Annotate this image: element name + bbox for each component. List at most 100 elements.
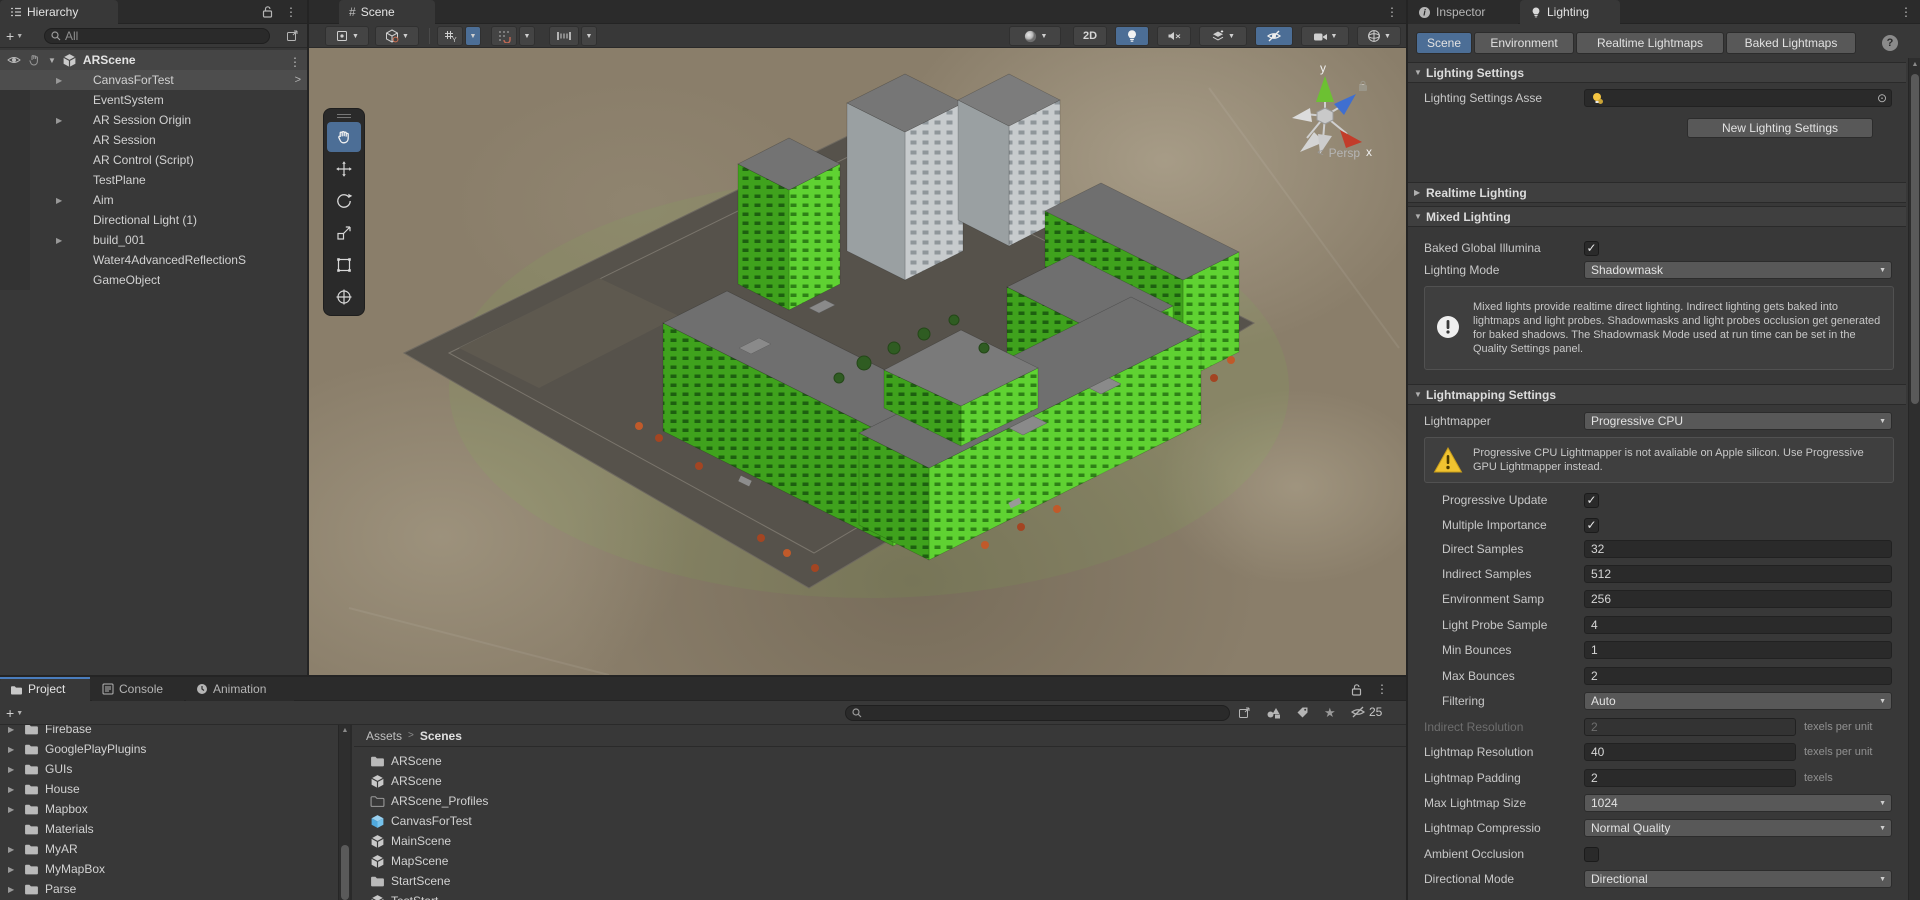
hierarchy-scene-row[interactable]: ▼ ARScene ⋮ bbox=[0, 50, 307, 70]
multiple-importance-checkbox[interactable]: ✓ bbox=[1584, 518, 1599, 533]
light-probe-samples-input[interactable]: 4 bbox=[1584, 616, 1892, 634]
hierarchy-item[interactable]: ▶ Directional Light (1) > bbox=[0, 210, 307, 230]
rotate-tool-button[interactable] bbox=[327, 186, 361, 216]
hierarchy-item[interactable]: ▶ AR Session > bbox=[0, 130, 307, 150]
overlay-drag-handle[interactable] bbox=[327, 112, 361, 120]
scroll-up-icon[interactable]: ▲ bbox=[1909, 61, 1920, 68]
hierarchy-lock-icon[interactable] bbox=[262, 5, 273, 18]
hierarchy-item[interactable]: ▶ CanvasForTest > bbox=[0, 70, 307, 90]
tab-lighting[interactable]: Lighting bbox=[1520, 0, 1620, 24]
min-bounces-input[interactable]: 1 bbox=[1584, 641, 1892, 659]
viewport-lock-icon[interactable] bbox=[1358, 80, 1368, 92]
expand-arrow-icon[interactable]: ▶ bbox=[8, 785, 20, 794]
direct-samples-input[interactable]: 32 bbox=[1584, 540, 1892, 558]
hierarchy-pick-window-icon[interactable] bbox=[286, 29, 299, 42]
scene-tools-overlay[interactable] bbox=[323, 108, 365, 316]
hidden-count-group[interactable]: 25 bbox=[1350, 705, 1382, 719]
snap-settings-dropdown[interactable]: ▼ bbox=[581, 26, 597, 46]
expand-arrow-icon[interactable]: ▶ bbox=[56, 76, 68, 85]
project-lock-icon[interactable] bbox=[1351, 683, 1362, 696]
hierarchy-item[interactable]: ▶ EventSystem > bbox=[0, 90, 307, 110]
indirect-samples-input[interactable]: 512 bbox=[1584, 565, 1892, 583]
lighting-menu-icon[interactable]: ⋮ bbox=[1898, 3, 1914, 21]
lightmapper-dropdown[interactable]: Progressive CPU▼ bbox=[1584, 412, 1892, 430]
help-icon[interactable]: ? bbox=[1882, 35, 1898, 51]
scene-lighting-toggle-button[interactable] bbox=[1115, 26, 1149, 46]
expand-arrow-icon[interactable]: ▶ bbox=[8, 765, 20, 774]
folder-tree-item[interactable]: ▶ GUIs bbox=[0, 759, 350, 779]
scale-tool-button[interactable] bbox=[327, 218, 361, 248]
scrollbar-thumb[interactable] bbox=[341, 845, 349, 900]
expand-arrow-icon[interactable]: ▶ bbox=[8, 865, 20, 874]
transform-tool-button[interactable] bbox=[327, 282, 361, 312]
hierarchy-item[interactable]: ▶ AR Session Origin > bbox=[0, 110, 307, 130]
directional-mode-dropdown[interactable]: Directional▼ bbox=[1584, 870, 1892, 888]
grid-snap-button[interactable]: Y bbox=[437, 26, 463, 46]
tab-animation[interactable]: Animation bbox=[186, 677, 294, 701]
scrollbar-thumb[interactable] bbox=[1911, 74, 1919, 404]
section-mixed-lighting[interactable]: ▼ Mixed Lighting bbox=[1408, 206, 1906, 227]
project-search-input[interactable] bbox=[845, 705, 1230, 721]
asset-list-item[interactable]: ARScene bbox=[354, 751, 1406, 771]
new-lighting-settings-button[interactable]: New Lighting Settings bbox=[1687, 118, 1873, 138]
hierarchy-item[interactable]: ▶ build_001 > bbox=[0, 230, 307, 250]
environment-samples-input[interactable]: 256 bbox=[1584, 590, 1892, 608]
snap-settings-button[interactable] bbox=[549, 26, 579, 46]
project-menu-icon[interactable]: ⋮ bbox=[1374, 680, 1390, 698]
effects-toggle-button[interactable]: ▼ bbox=[1199, 26, 1247, 46]
scene-visibility-toggle-button[interactable] bbox=[1255, 26, 1293, 46]
baked-gi-checkbox[interactable]: ✓ bbox=[1584, 241, 1599, 256]
lighting-mode-dropdown[interactable]: Shadowmask▼ bbox=[1584, 261, 1892, 279]
visibility-eye-icon[interactable] bbox=[7, 54, 21, 66]
hierarchy-item[interactable]: ▶ Aim > bbox=[0, 190, 307, 210]
expand-arrow-icon[interactable]: ▶ bbox=[56, 236, 68, 245]
search-in-window-icon[interactable] bbox=[1238, 706, 1251, 719]
toggle-2d-button[interactable]: 2D bbox=[1073, 26, 1107, 46]
expand-arrow-icon[interactable]: ▶ bbox=[8, 885, 20, 894]
foldout-caret-icon[interactable]: ▼ bbox=[48, 56, 56, 65]
tab-scene[interactable]: # Scene bbox=[339, 0, 435, 24]
asset-list-item[interactable]: MapScene bbox=[354, 851, 1406, 871]
expand-arrow-icon[interactable]: ▶ bbox=[8, 805, 20, 814]
rect-tool-button[interactable] bbox=[327, 250, 361, 280]
asset-list-item[interactable]: TestStart bbox=[354, 891, 1406, 900]
pickability-hand-icon[interactable] bbox=[28, 54, 40, 66]
hierarchy-item[interactable]: ▶ Water4AdvancedReflectionS > bbox=[0, 250, 307, 270]
hierarchy-item[interactable]: ▶ GameObject > bbox=[0, 270, 307, 290]
tab-hierarchy[interactable]: Hierarchy bbox=[0, 0, 118, 24]
folder-tree-item[interactable]: ▶ Parse bbox=[0, 879, 350, 899]
folder-tree-item[interactable]: ▶ Materials bbox=[0, 819, 350, 839]
search-by-label-icon[interactable] bbox=[1296, 706, 1309, 719]
project-create-button[interactable]: +▼ bbox=[6, 704, 32, 722]
max-bounces-input[interactable]: 2 bbox=[1584, 667, 1892, 685]
folder-tree-item[interactable]: ▶ MyMapBox bbox=[0, 859, 350, 879]
lightmap-compression-dropdown[interactable]: Normal Quality▼ bbox=[1584, 819, 1892, 837]
subtab-scene[interactable]: Scene bbox=[1416, 32, 1472, 54]
asset-list-item[interactable]: StartScene bbox=[354, 871, 1406, 891]
ambient-occlusion-checkbox[interactable] bbox=[1584, 847, 1599, 862]
asset-list-item[interactable]: MainScene bbox=[354, 831, 1406, 851]
subtab-realtime-lightmaps[interactable]: Realtime Lightmaps bbox=[1576, 32, 1724, 54]
favorites-star-icon[interactable]: ★ bbox=[1324, 705, 1336, 721]
breadcrumb-current[interactable]: Scenes bbox=[420, 729, 462, 743]
lighting-scrollbar[interactable]: ▲ bbox=[1908, 58, 1920, 900]
subtab-environment[interactable]: Environment bbox=[1474, 32, 1574, 54]
folder-tree-item[interactable]: ▶ House bbox=[0, 779, 350, 799]
move-tool-button[interactable] bbox=[327, 154, 361, 184]
folder-tree-item[interactable]: ▶ MyAR bbox=[0, 839, 350, 859]
asset-list-item[interactable]: CanvasForTest bbox=[354, 811, 1406, 831]
expand-arrow-icon[interactable]: ▶ bbox=[8, 725, 20, 734]
expand-arrow-icon[interactable]: ▶ bbox=[8, 845, 20, 854]
subtab-baked-lightmaps[interactable]: Baked Lightmaps bbox=[1726, 32, 1856, 54]
lighting-settings-asset-field[interactable]: ⊙ bbox=[1584, 89, 1892, 107]
shading-mode-button[interactable]: ▼ bbox=[1009, 26, 1061, 46]
expand-arrow-icon[interactable]: ▶ bbox=[8, 745, 20, 754]
lightmap-padding-input[interactable]: 2 bbox=[1584, 769, 1796, 787]
scene-viewport[interactable]: y z x < Persp bbox=[309, 48, 1406, 675]
filtering-dropdown[interactable]: Auto▼ bbox=[1584, 692, 1892, 710]
hierarchy-item[interactable]: ▶ AR Control (Script) > bbox=[0, 150, 307, 170]
hierarchy-create-button[interactable]: +▼ bbox=[6, 27, 32, 45]
expand-arrow-icon[interactable]: ▶ bbox=[56, 196, 68, 205]
max-lightmap-size-dropdown[interactable]: 1024▼ bbox=[1584, 794, 1892, 812]
breadcrumb-root[interactable]: Assets bbox=[366, 729, 402, 743]
